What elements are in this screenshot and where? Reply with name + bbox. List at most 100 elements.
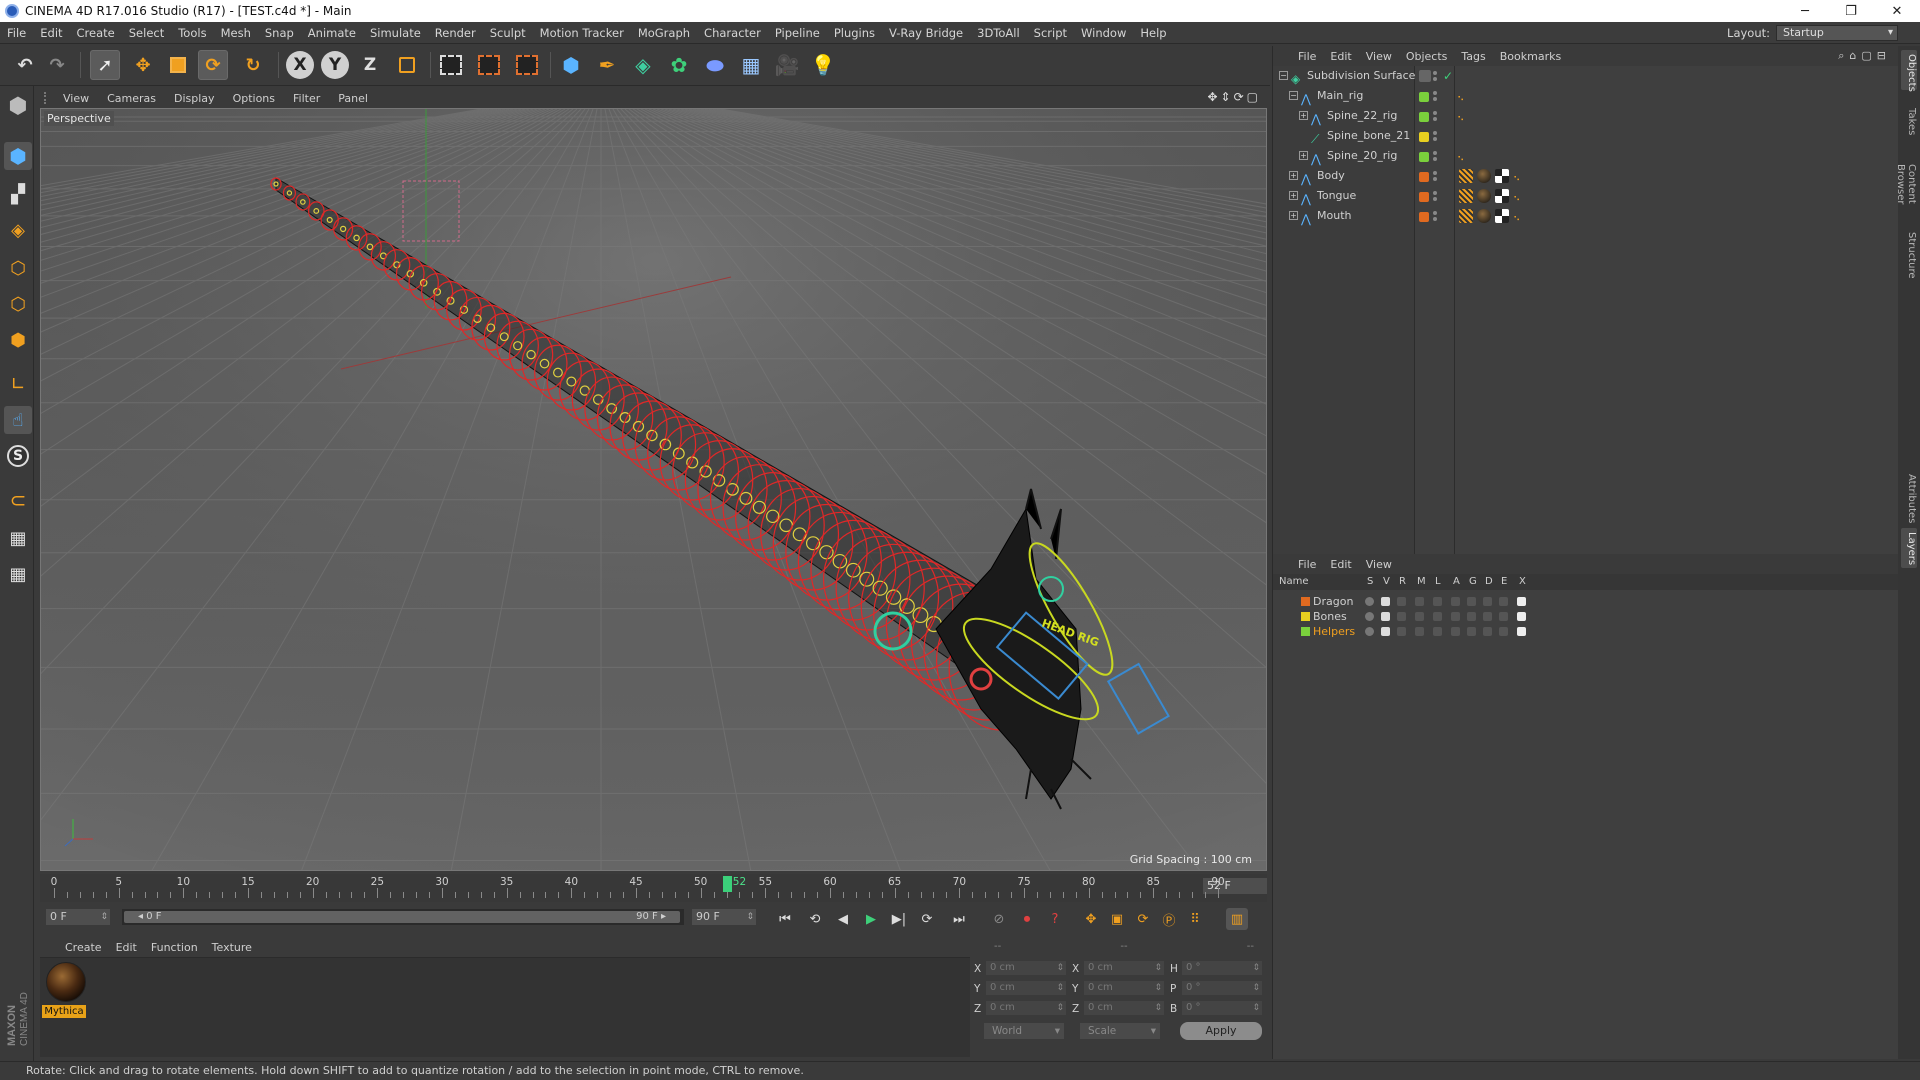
layer-column-d[interactable]: D bbox=[1485, 576, 1493, 587]
layer-generators-icon[interactable] bbox=[1467, 612, 1476, 621]
layer-color-icon[interactable] bbox=[1419, 152, 1429, 162]
menu-create[interactable]: Create bbox=[70, 26, 122, 40]
recent-tools-icon[interactable]: ↻ bbox=[238, 50, 268, 80]
floor-icon[interactable]: ▦ bbox=[736, 50, 766, 80]
visibility-dots-icon[interactable] bbox=[1433, 131, 1437, 141]
menu-file[interactable]: File bbox=[0, 26, 33, 40]
redo-icon[interactable]: ↷ bbox=[42, 50, 72, 80]
layer-column-g[interactable]: G bbox=[1469, 576, 1477, 587]
workplane-grid-icon[interactable]: ▦ bbox=[4, 560, 32, 588]
panel-grip-icon[interactable] bbox=[44, 92, 54, 104]
start-frame-field[interactable]: 0 F bbox=[46, 909, 110, 925]
side-tab-takes[interactable]: Takes bbox=[1901, 104, 1917, 140]
layer-expressions-icon[interactable] bbox=[1499, 627, 1508, 636]
weight-tag-icon[interactable]: ⠢ bbox=[1513, 169, 1527, 184]
scale-key-icon[interactable]: ▣ bbox=[1106, 908, 1128, 930]
layer-column-a[interactable]: A bbox=[1453, 576, 1460, 587]
layer-deformers-icon[interactable] bbox=[1483, 627, 1492, 636]
menu-simulate[interactable]: Simulate bbox=[363, 26, 428, 40]
expand-toggle-icon[interactable]: − bbox=[1289, 91, 1298, 100]
layer-column-v[interactable]: V bbox=[1383, 576, 1390, 587]
layer-column-x[interactable]: X bbox=[1519, 576, 1526, 587]
layer-render-icon[interactable] bbox=[1397, 612, 1406, 621]
visibility-dots-icon[interactable] bbox=[1433, 151, 1437, 161]
layer-deformers-icon[interactable] bbox=[1483, 597, 1492, 606]
go-to-next-key-icon[interactable]: ⟳ bbox=[916, 908, 938, 930]
layer-xref-icon[interactable] bbox=[1517, 627, 1526, 636]
menu-snap[interactable]: Snap bbox=[258, 26, 301, 40]
layer-color-icon[interactable] bbox=[1419, 172, 1429, 182]
layer-color-swatch[interactable] bbox=[1301, 597, 1310, 606]
menu-plugins[interactable]: Plugins bbox=[827, 26, 882, 40]
menu-character[interactable]: Character bbox=[697, 26, 768, 40]
layer-view-icon[interactable] bbox=[1381, 612, 1390, 621]
ik-tag-icon[interactable]: ⠢ bbox=[1457, 89, 1471, 104]
rotate-tool-icon[interactable]: ⟳ bbox=[198, 50, 228, 80]
menu-mesh[interactable]: Mesh bbox=[214, 26, 258, 40]
layer-color-icon[interactable] bbox=[1419, 132, 1429, 142]
close-button[interactable]: ✕ bbox=[1874, 0, 1920, 22]
uvw-tag-icon[interactable] bbox=[1495, 189, 1509, 203]
x-axis-lock-icon[interactable]: X bbox=[286, 51, 314, 79]
uvw-tag-icon[interactable] bbox=[1495, 169, 1509, 183]
rotation-key-icon[interactable]: ⟳ bbox=[1132, 908, 1154, 930]
magnet-icon[interactable]: ⊂ bbox=[4, 486, 32, 514]
layer-view-icon[interactable] bbox=[1381, 597, 1390, 606]
rotation-p-field[interactable]: 0 ° bbox=[1182, 981, 1262, 995]
layer-xref-icon[interactable] bbox=[1517, 612, 1526, 621]
layer-menu-edit[interactable]: Edit bbox=[1323, 558, 1358, 571]
menu-help[interactable]: Help bbox=[1133, 26, 1173, 40]
layer-locked-icon[interactable] bbox=[1433, 597, 1442, 606]
position-z-field[interactable]: 0 cm bbox=[986, 1001, 1066, 1015]
layer-row[interactable]: Dragon bbox=[1273, 594, 1899, 609]
menu-pipeline[interactable]: Pipeline bbox=[768, 26, 827, 40]
timeline-window-icon[interactable]: ▥ bbox=[1226, 908, 1248, 930]
position-y-field[interactable]: 0 cm bbox=[986, 981, 1066, 995]
menu-render[interactable]: Render bbox=[428, 26, 483, 40]
render-view-icon[interactable] bbox=[436, 50, 466, 80]
side-tab-content-browser[interactable]: Content Browser bbox=[1895, 146, 1917, 222]
layer-manager-icon[interactable] bbox=[1415, 612, 1424, 621]
layer-generators-icon[interactable] bbox=[1467, 627, 1476, 636]
viewport-menu-cameras[interactable]: Cameras bbox=[98, 92, 165, 105]
material-menu-texture[interactable]: Texture bbox=[205, 941, 259, 954]
layer-render-icon[interactable] bbox=[1397, 627, 1406, 636]
go-to-previous-key-icon[interactable]: ⟲ bbox=[804, 908, 826, 930]
layer-color-icon[interactable] bbox=[1419, 212, 1429, 222]
visibility-dots-icon[interactable] bbox=[1433, 191, 1437, 201]
playhead[interactable] bbox=[722, 876, 732, 892]
position-key-icon[interactable]: ✥ bbox=[1080, 908, 1102, 930]
scale-tool-icon[interactable] bbox=[163, 50, 193, 80]
viewport-menu-display[interactable]: Display bbox=[165, 92, 224, 105]
move-tool-icon[interactable]: ✥ bbox=[128, 50, 158, 80]
object-row[interactable]: − ⋀ Main_rig ⠢ bbox=[1273, 86, 1899, 106]
object-menu-edit[interactable]: Edit bbox=[1323, 50, 1358, 63]
menu-tools[interactable]: Tools bbox=[171, 26, 213, 40]
menu-v-ray-bridge[interactable]: V-Ray Bridge bbox=[882, 26, 970, 40]
viewport-menu-filter[interactable]: Filter bbox=[284, 92, 329, 105]
menu-mograph[interactable]: MoGraph bbox=[631, 26, 697, 40]
frame-range-slider[interactable]: ◂ 0 F 90 F ▸ bbox=[122, 909, 684, 925]
layer-expressions-icon[interactable] bbox=[1499, 612, 1508, 621]
menu-3dtoall[interactable]: 3DToAll bbox=[970, 26, 1027, 40]
material-preview-icon[interactable] bbox=[46, 962, 86, 1002]
layer-color-icon[interactable] bbox=[1419, 92, 1429, 102]
end-frame-field[interactable]: 90 F bbox=[692, 909, 756, 925]
material-menu-create[interactable]: Create bbox=[58, 941, 109, 954]
deformer-icon[interactable]: ⬬ bbox=[700, 50, 730, 80]
light-icon[interactable]: 💡 bbox=[808, 50, 838, 80]
layer-row[interactable]: Bones bbox=[1273, 609, 1899, 624]
lock-workplane-icon[interactable]: ▦ bbox=[4, 524, 32, 552]
object-menu-objects[interactable]: Objects bbox=[1399, 50, 1455, 63]
layer-solo-icon[interactable] bbox=[1365, 612, 1374, 621]
size-y-field[interactable]: 0 cm bbox=[1084, 981, 1164, 995]
menu-select[interactable]: Select bbox=[122, 26, 171, 40]
layer-menu-file[interactable]: File bbox=[1291, 558, 1323, 571]
snap-icon[interactable]: S bbox=[4, 442, 32, 470]
expand-toggle-icon[interactable]: + bbox=[1299, 151, 1308, 160]
z-axis-lock-icon[interactable]: Z bbox=[356, 51, 384, 79]
layer-column-l[interactable]: L bbox=[1435, 576, 1441, 587]
uvw-tag-icon[interactable] bbox=[1495, 209, 1509, 223]
axis-mode-icon[interactable]: ∟ bbox=[4, 370, 32, 398]
visibility-dots-icon[interactable] bbox=[1433, 211, 1437, 221]
